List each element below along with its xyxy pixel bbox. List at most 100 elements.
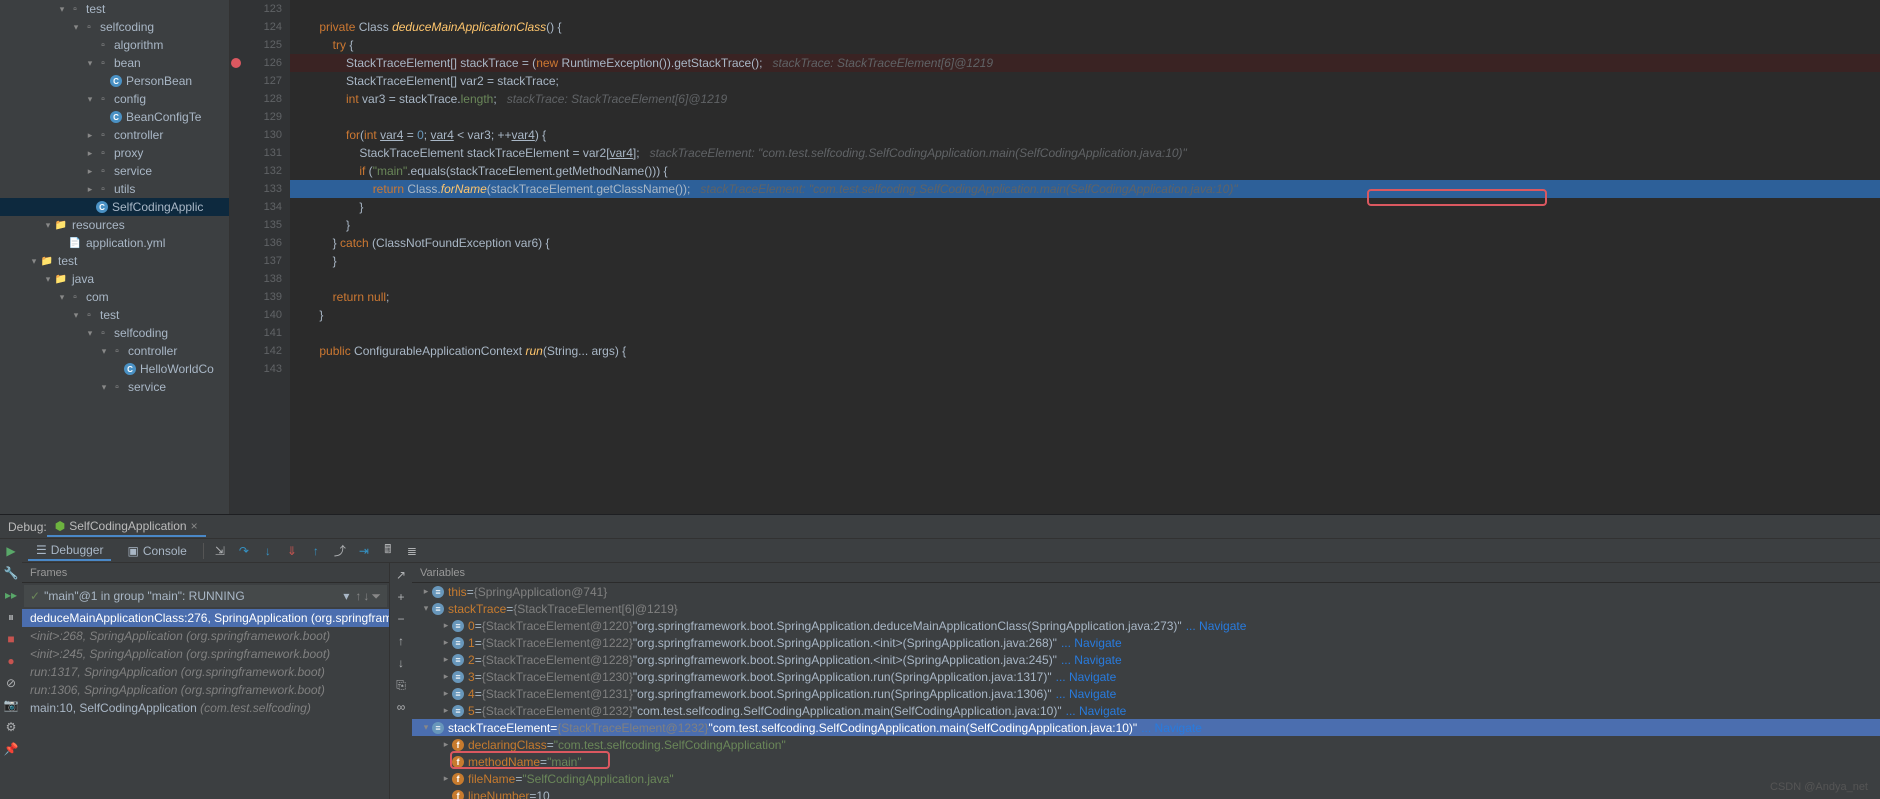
expand-arrow-icon[interactable]: ▸ [440,620,452,631]
tree-item-test[interactable]: ▾▫test [0,0,229,18]
frames-list[interactable]: deduceMainApplicationClass:276, SpringAp… [22,609,389,799]
code-line[interactable]: StackTraceElement[] var2 = stackTrace; [290,72,1880,90]
tree-item-algorithm[interactable]: ▫algorithm [0,36,229,54]
step-into-button[interactable]: ↓ [260,543,276,559]
tree-item-com[interactable]: ▾▫com [0,288,229,306]
thread-select[interactable]: ✓ "main"@1 in group "main": RUNNING ▾ ↑ … [24,585,387,607]
expand-arrow-icon[interactable]: ▸ [440,671,452,682]
stack-frame[interactable]: <init>:268, SpringApplication (org.sprin… [22,627,389,645]
variable-row[interactable]: ▾≡stackTraceElement = {StackTraceElement… [412,719,1880,736]
settings-button[interactable]: ⚙ [3,719,19,735]
code-content[interactable]: private Class deduceMainApplicationClass… [290,0,1880,514]
down-watch-button[interactable]: ↓ [393,655,409,671]
variable-row[interactable]: ▸≡5 = {StackTraceElement@1232} "com.test… [412,702,1880,719]
tree-arrow-icon[interactable]: ▾ [70,310,82,321]
variable-row[interactable]: ▸ffileName = "SelfCodingApplication.java… [412,770,1880,787]
expand-arrow-icon[interactable]: ▸ [420,586,432,597]
up-watch-button[interactable]: ↑ [393,633,409,649]
variable-row[interactable]: flineNumber = 10 [412,787,1880,799]
variable-row[interactable]: ▸≡4 = {StackTraceElement@1231} "org.spri… [412,685,1880,702]
tree-arrow-icon[interactable]: ▾ [98,382,110,393]
code-line[interactable] [290,360,1880,378]
tree-item-java[interactable]: ▾📁java [0,270,229,288]
tree-arrow-icon[interactable]: ▸ [84,130,96,141]
force-step-into-button[interactable]: ⇓ [284,543,300,559]
variable-row[interactable]: ▸≡1 = {StackTraceElement@1222} "org.spri… [412,634,1880,651]
resume-button[interactable]: ▸▸ [3,587,19,603]
drop-frame-button[interactable]: ⤴ [332,543,348,559]
tree-item-test[interactable]: ▾📁test [0,252,229,270]
variable-row[interactable]: ▾≡stackTrace = {StackTraceElement[6]@121… [412,600,1880,617]
tree-item-utils[interactable]: ▸▫utils [0,180,229,198]
tree-arrow-icon[interactable]: ▾ [28,256,40,267]
new-watch-button[interactable]: + [393,589,409,605]
expand-arrow-icon[interactable]: ▸ [440,637,452,648]
evaluate-expression-button[interactable]: 🖩 [380,543,396,559]
tree-item-HelloWorldCo[interactable]: CHelloWorldCo [0,360,229,378]
remove-watch-button[interactable]: − [393,611,409,627]
stop-button[interactable]: ■ [3,631,19,647]
code-line[interactable]: int var3 = stackTrace.length; stackTrace… [290,90,1880,108]
variable-row[interactable]: ▸≡this = {SpringApplication@741} [412,583,1880,600]
mute-breakpoints-button[interactable]: ⊘ [3,675,19,691]
code-line[interactable] [290,324,1880,342]
navigate-link[interactable]: ... Navigate [1066,704,1127,718]
tree-arrow-icon[interactable]: ▾ [42,274,54,285]
prev-frame-button[interactable]: ↑ [355,589,361,603]
close-icon[interactable]: × [191,519,198,533]
tree-arrow-icon[interactable]: ▾ [56,4,68,15]
code-line[interactable]: } catch (ClassNotFoundException var6) { [290,234,1880,252]
filter-frames-button[interactable]: ⏷ [371,589,381,604]
stack-frame[interactable]: deduceMainApplicationClass:276, SpringAp… [22,609,389,627]
pause-button[interactable]: ⏸ [3,609,19,625]
rerun-button[interactable]: ▶ [3,543,19,559]
variable-row[interactable]: ▸≡0 = {StackTraceElement@1220} "org.spri… [412,617,1880,634]
code-line[interactable]: try { [290,36,1880,54]
expand-arrow-icon[interactable]: ▸ [440,705,452,716]
stack-frame[interactable]: main:10, SelfCodingApplication (com.test… [22,699,389,717]
next-frame-button[interactable]: ↓ [363,589,369,603]
tree-arrow-icon[interactable]: ▾ [42,220,54,231]
tree-item-test[interactable]: ▾▫test [0,306,229,324]
breakpoint-gutter[interactable] [230,0,242,514]
navigate-link[interactable]: ... Navigate [1141,721,1202,735]
code-line[interactable]: for(int var4 = 0; var4 < var3; ++var4) { [290,126,1880,144]
code-line[interactable]: private Class deduceMainApplicationClass… [290,18,1880,36]
tree-item-selfcoding[interactable]: ▾▫selfcoding [0,18,229,36]
tree-arrow-icon[interactable]: ▾ [84,94,96,105]
code-line[interactable]: public ConfigurableApplicationContext ru… [290,342,1880,360]
code-line[interactable]: } [290,306,1880,324]
tree-item-controller[interactable]: ▾▫controller [0,342,229,360]
code-line[interactable] [290,108,1880,126]
expand-arrow-icon[interactable]: ▸ [440,688,452,699]
tree-arrow-icon[interactable]: ▸ [84,166,96,177]
code-line[interactable] [290,270,1880,288]
tree-item-service[interactable]: ▸▫service [0,162,229,180]
debugger-tab[interactable]: ☰ Debugger [28,541,111,561]
expand-arrow-icon[interactable]: ▾ [420,603,432,614]
tree-item-selfcoding[interactable]: ▾▫selfcoding [0,324,229,342]
navigate-link[interactable]: ... Navigate [1186,619,1247,633]
breakpoint-icon[interactable] [231,58,241,68]
code-line[interactable]: return Class.forName(stackTraceElement.g… [290,180,1880,198]
show-watches-button[interactable]: ∞ [393,699,409,715]
tree-arrow-icon[interactable]: ▾ [70,22,82,33]
restore-layout-button[interactable]: ↗ [393,567,409,583]
step-over-button[interactable]: ↷ [236,543,252,559]
variable-row[interactable]: ▸fdeclaringClass = "com.test.selfcoding.… [412,736,1880,753]
copy-watch-button[interactable]: ⎘ [393,677,409,693]
project-tree[interactable]: ▾▫test▾▫selfcoding▫algorithm▾▫beanCPerso… [0,0,230,514]
tree-item-resources[interactable]: ▾📁resources [0,216,229,234]
tree-item-bean[interactable]: ▾▫bean [0,54,229,72]
stack-frame[interactable]: <init>:245, SpringApplication (org.sprin… [22,645,389,663]
variable-row[interactable]: ▸≡2 = {StackTraceElement@1228} "org.spri… [412,651,1880,668]
tree-item-service[interactable]: ▾▫service [0,378,229,396]
navigate-link[interactable]: ... Navigate [1056,687,1117,701]
tree-arrow-icon[interactable]: ▾ [56,292,68,303]
run-to-cursor-button[interactable]: ⇥ [356,543,372,559]
tree-item-config[interactable]: ▾▫config [0,90,229,108]
expand-arrow-icon[interactable]: ▸ [440,654,452,665]
stack-frame[interactable]: run:1317, SpringApplication (org.springf… [22,663,389,681]
view-breakpoints-button[interactable]: ● [3,653,19,669]
code-line[interactable] [290,0,1880,18]
